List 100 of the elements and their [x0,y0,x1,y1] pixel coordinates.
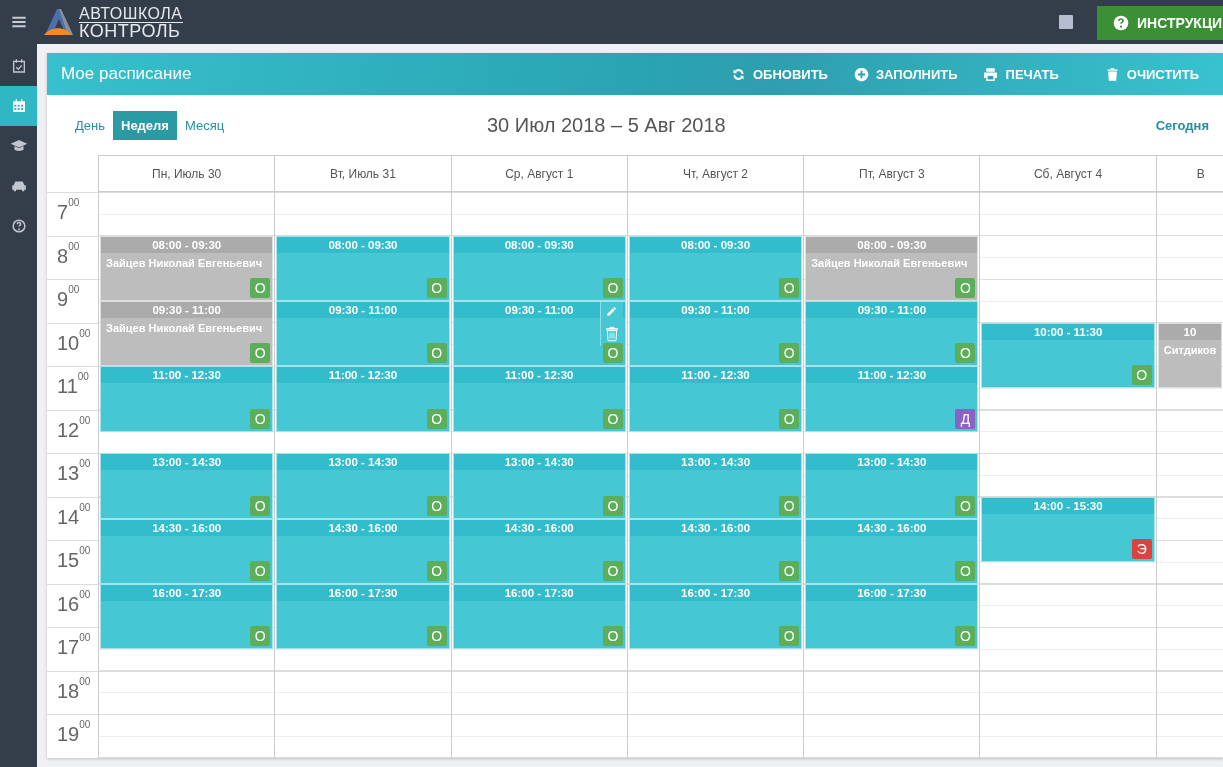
calendar-event[interactable]: 14:30 - 16:00 О [628,518,803,584]
lesson-type-badge: О [779,626,800,646]
day-header: Сб, Август 4 [979,155,1156,192]
calendar-event[interactable]: 11:00 - 12:30 Д [805,366,979,432]
today-button[interactable]: Сегодня [1149,116,1215,134]
lesson-type-badge: О [426,560,447,581]
lesson-type-badge: О [426,278,447,298]
calendar-event[interactable]: 13:00 - 14:30 О [100,453,274,519]
lesson-type-badge: О [426,495,447,516]
help-icon[interactable] [11,219,26,233]
event-time: 10:00 - 11:30 [982,323,1154,340]
day-header: Вт, Июль 31 [274,155,451,192]
event-time: 14:30 - 16:00 [453,519,625,536]
hour-label: 8$^{00}$ [47,235,98,280]
event-time: 13:00 - 14:30 [101,454,273,471]
event-time: 16:00 - 17:30 [629,584,802,601]
lesson-type-badge: О [250,278,271,298]
calendar-event[interactable]: 11:00 - 12:30 О [452,366,626,432]
help-button[interactable]: ИНСТРУКЦИ [1097,6,1223,40]
calendar-event[interactable]: 14:30 - 16:00 О [276,518,450,584]
calendar-event[interactable]: 14:00 - 15:30 Э [981,496,1155,562]
event-time: 11:00 - 12:30 [629,367,802,384]
event-time: 08:00 - 09:30 [101,236,273,253]
calendar-event[interactable]: 16:00 - 17:30 О [452,583,626,649]
calendar-event[interactable]: 08:00 - 09:30 О [628,235,803,301]
event-time: 08:00 - 09:30 [453,236,625,253]
calendar-event[interactable]: 11:00 - 12:30 О [628,366,803,432]
toolbar-button[interactable]: ОБНОВИТЬ [730,66,828,82]
event-time: 16:00 - 17:30 [101,584,273,601]
calendar-event[interactable]: 10 Ситдиков [1157,322,1222,388]
lesson-type-badge: О [426,626,447,646]
lesson-type-badge: О [426,343,447,364]
lesson-type-badge: О [955,626,976,646]
event-time: 08:00 - 09:30 [629,236,802,253]
page-title: Мое расписание [61,64,192,84]
event-time: 16:00 - 17:30 [277,584,449,601]
printer-icon [981,65,999,83]
lesson-type-badge: О [426,408,447,429]
calendar-event[interactable]: 16:00 - 17:30 О [100,583,274,649]
lesson-type-badge: О [250,343,271,364]
calendar-event[interactable]: 14:30 - 16:00 О [805,518,979,584]
help-icon [1113,15,1129,31]
calendar-event[interactable]: 16:00 - 17:30 О [805,583,979,649]
lesson-type-badge: Э [1131,539,1152,559]
calendar-check-icon[interactable] [10,58,27,74]
calendar-event[interactable]: 09:30 - 11:00 Зайцев Николай Евгеньевич О [100,301,274,367]
calendar-event[interactable]: 16:00 - 17:30 О [276,583,450,649]
lesson-type-badge: О [250,560,271,581]
lesson-type-badge: О [602,495,623,516]
calendar-event[interactable]: 09:30 - 11:00 О [628,301,803,367]
lesson-type-badge: О [250,626,271,646]
calendar-event[interactable]: 14:30 - 16:00 О [100,518,274,584]
calendar-event[interactable]: 16:00 - 17:30 О [628,583,803,649]
event-time: 14:30 - 16:00 [277,519,449,536]
lesson-type-badge: О [779,278,800,298]
calendar-event[interactable]: 13:00 - 14:30 О [276,453,450,519]
logo-icon [41,7,75,37]
day-header: Ср, Август 1 [450,155,627,192]
view-tab[interactable]: Неделя [113,110,177,140]
view-tab[interactable]: Месяц [176,110,233,140]
hour-label: 17$^{00}$ [47,627,98,671]
day-header: Пн, Июль 30 [98,155,275,192]
lesson-type-badge: О [250,408,271,429]
calendar-event[interactable]: 09:30 - 11:00 О [276,301,450,367]
event-time: 09:30 - 11:00 [806,302,978,318]
lesson-type-badge: О [1131,365,1152,385]
calendar-event[interactable]: 13:00 - 14:30 О [805,453,979,519]
day-header: В [1155,155,1223,192]
toolbar-button[interactable]: ОЧИСТИТЬ [1104,66,1199,82]
calendar-event[interactable]: 10:00 - 11:30 О [981,322,1155,388]
calendar-event[interactable]: 13:00 - 14:30 О [628,453,803,519]
hour-label: 9$^{00}$ [47,279,98,323]
calendar-event[interactable]: 08:00 - 09:30 О [276,235,450,301]
event-time: 09:30 - 11:00 [277,302,449,318]
event-time: 16:00 - 17:30 [806,584,978,601]
plus-circle-icon [853,66,869,82]
hour-label: 13$^{00}$ [47,453,98,497]
lesson-type-badge: О [779,495,800,516]
calendar-event[interactable]: 14:30 - 16:00 О [452,518,626,584]
logo-text: КОНТРОЛЬ [79,22,182,39]
event-time: 13:00 - 14:30 [629,454,802,471]
view-tab[interactable]: День [67,110,113,140]
lesson-type-badge: О [955,278,976,298]
event-time: 08:00 - 09:30 [806,236,978,253]
calendar-event[interactable]: 11:00 - 12:30 О [276,366,450,432]
calendar-event[interactable]: 08:00 - 09:30 О [452,235,626,301]
event-time: 13:00 - 14:30 [453,454,625,471]
calendar-event[interactable]: 08:00 - 09:30 Зайцев Николай Евгеньевич О [100,235,274,301]
lesson-type-badge: О [602,408,623,429]
calendar-event[interactable]: 13:00 - 14:30 О [452,453,626,519]
calendar-event[interactable]: 11:00 - 12:30 О [100,366,274,432]
calendar-event[interactable]: 08:00 - 09:30 Зайцев Николай Евгеньевич О [805,235,979,301]
menu-icon[interactable] [10,14,27,30]
toolbar-button[interactable]: ПЕЧАТЬ [981,65,1059,83]
lesson-type-badge: О [602,343,623,364]
event-time: 11:00 - 12:30 [806,367,978,384]
date-range: 30 Июл 2018 – 5 Авг 2018 [487,113,727,137]
event-time: 11:00 - 12:30 [453,367,625,384]
toolbar-button[interactable]: ЗАПОЛНИТЬ [853,66,958,82]
calendar-event[interactable]: 09:30 - 11:00 О [805,301,979,367]
